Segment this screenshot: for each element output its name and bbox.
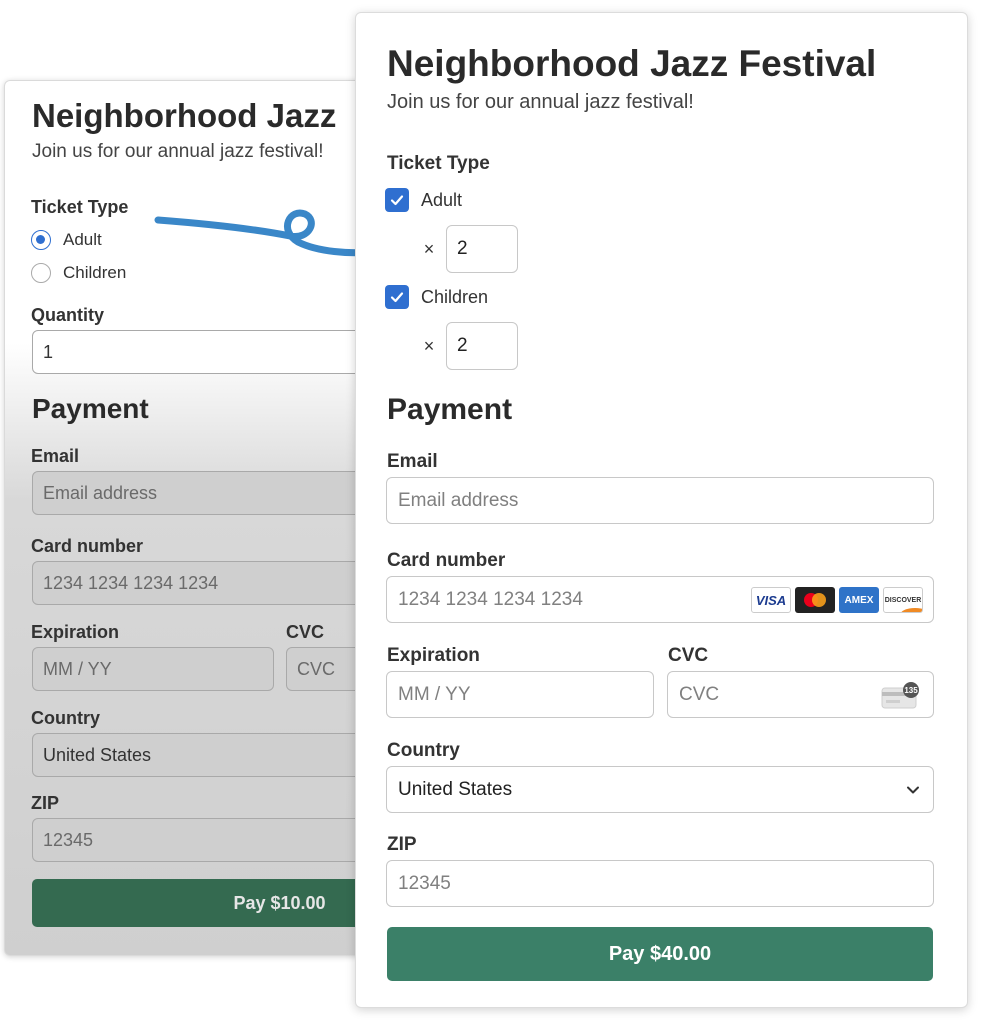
page-title: Neighborhood Jazz Festival bbox=[387, 43, 877, 84]
cvc-card-icon: 135 bbox=[881, 682, 919, 709]
times-symbol: × bbox=[423, 335, 435, 356]
radio-selected-icon[interactable] bbox=[31, 230, 51, 250]
email-label: Email bbox=[387, 451, 438, 472]
country-label: Country bbox=[387, 740, 460, 761]
pay-button[interactable]: Pay $40.00 bbox=[387, 927, 933, 981]
zip-label: ZIP bbox=[387, 834, 417, 855]
old-country-label: Country bbox=[31, 708, 100, 728]
amex-icon: AMEX bbox=[839, 587, 879, 613]
old-ticket-option-label: Adult bbox=[63, 230, 102, 249]
visa-icon: VISA bbox=[751, 587, 791, 613]
ticket-option-children[interactable]: Children bbox=[385, 285, 488, 309]
card-number-input[interactable]: 1234 1234 1234 1234 VISA AMEX DISCOVER bbox=[386, 576, 934, 623]
times-symbol: × bbox=[423, 238, 435, 259]
mastercard-icon bbox=[795, 587, 835, 613]
page-subtitle: Join us for our annual jazz festival! bbox=[387, 91, 694, 113]
expiration-input[interactable]: MM / YY bbox=[386, 671, 654, 718]
old-expiration-label: Expiration bbox=[31, 622, 120, 642]
ticket-option-adult[interactable]: Adult bbox=[385, 188, 462, 212]
old-page-title: Neighborhood Jazz bbox=[32, 97, 337, 134]
chevron-down-icon bbox=[907, 786, 919, 794]
ticket-option-label: Children bbox=[421, 286, 489, 307]
radio-unselected-icon[interactable] bbox=[31, 263, 51, 283]
cvc-input[interactable]: CVC 135 bbox=[667, 671, 934, 718]
cvc-icon-digits: 135 bbox=[904, 686, 918, 695]
cvc-placeholder: CVC bbox=[679, 683, 720, 705]
ticket-type-label: Ticket Type bbox=[387, 153, 490, 174]
old-zip-label: ZIP bbox=[31, 793, 60, 813]
country-select[interactable]: United States bbox=[386, 766, 934, 813]
old-quantity-label: Quantity bbox=[31, 305, 105, 325]
card-number-placeholder: 1234 1234 1234 1234 bbox=[398, 588, 583, 610]
checkbox-checked[interactable] bbox=[385, 188, 409, 212]
adult-quantity-input[interactable]: 2 bbox=[446, 225, 518, 273]
old-page-subtitle: Join us for our annual jazz festival! bbox=[32, 141, 324, 162]
old-cvc-label: CVC bbox=[286, 622, 325, 642]
checkbox-checked[interactable] bbox=[385, 285, 409, 309]
card-number-label: Card number bbox=[387, 550, 506, 571]
children-quantity-input[interactable]: 2 bbox=[446, 322, 518, 370]
zip-input[interactable]: 12345 bbox=[386, 860, 934, 907]
adult-quantity-row: × 2 bbox=[422, 225, 518, 273]
old-email-label: Email bbox=[31, 446, 80, 466]
check-icon bbox=[390, 195, 404, 206]
payment-heading: Payment bbox=[387, 393, 513, 426]
old-ticket-option-children[interactable]: Children bbox=[31, 263, 126, 283]
card-brand-icons: VISA AMEX DISCOVER bbox=[751, 587, 923, 613]
old-ticket-option-adult[interactable]: Adult bbox=[31, 230, 102, 250]
ticket-option-label: Adult bbox=[421, 189, 463, 210]
children-quantity-row: × 2 bbox=[422, 322, 518, 370]
old-payment-heading: Payment bbox=[32, 393, 149, 424]
email-input[interactable]: Email address bbox=[386, 477, 934, 524]
old-ticket-option-label: Children bbox=[63, 263, 127, 282]
old-expiration-input[interactable]: MM / YY bbox=[32, 647, 274, 691]
country-value: United States bbox=[398, 778, 513, 800]
check-icon bbox=[390, 292, 404, 303]
old-card-label: Card number bbox=[31, 536, 144, 556]
new-checkout-form: Neighborhood Jazz Festival Join us for o… bbox=[355, 12, 968, 1008]
old-ticket-type-label: Ticket Type bbox=[31, 197, 129, 217]
discover-icon: DISCOVER bbox=[883, 587, 923, 613]
cvc-label: CVC bbox=[668, 645, 709, 666]
expiration-label: Expiration bbox=[387, 645, 480, 666]
